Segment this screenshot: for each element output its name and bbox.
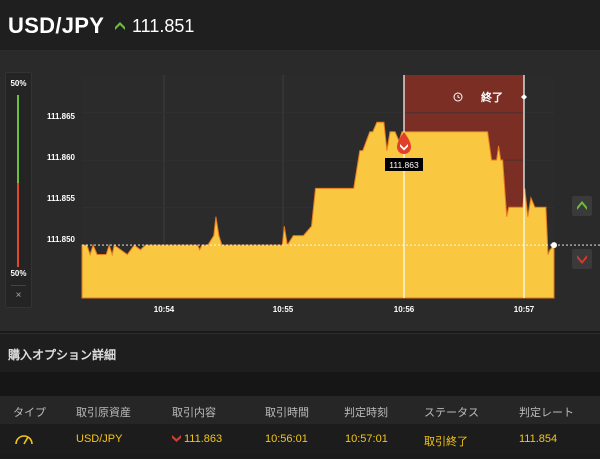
row-judge-time: 10:57:01 xyxy=(345,433,388,445)
entry-rate-label: 111.863 xyxy=(389,160,419,170)
gauge-icon xyxy=(15,435,33,445)
x-tick-label: 10:57 xyxy=(514,305,535,314)
col-asset: 取引原資産 xyxy=(76,407,131,419)
col-content: 取引内容 xyxy=(172,407,216,419)
row-asset: USD/JPY xyxy=(76,433,123,445)
col-type: タイプ xyxy=(13,407,46,419)
y-tick-label: 111.860 xyxy=(47,153,76,162)
x-tick-label: 10:55 xyxy=(273,305,294,314)
col-status: ステータス xyxy=(424,407,479,419)
table-row[interactable]: USD/JPY 111.863 10:56:01 10:57:01 取引終了 1… xyxy=(0,424,600,454)
x-tick-label: 10:54 xyxy=(154,305,175,314)
row-judge-rate: 111.854 xyxy=(519,433,558,445)
y-axis-ticks: 111.865 111.860 111.855 111.850 xyxy=(47,112,76,244)
asset-header: USD/JPY 111.851 xyxy=(0,0,600,51)
purchase-details-header: 購入オプション詳細 xyxy=(0,333,600,373)
row-status: 取引終了 xyxy=(424,436,468,448)
y-tick-label: 111.850 xyxy=(47,235,76,244)
purchase-details-title: 購入オプション詳細 xyxy=(8,348,117,362)
call-up-button[interactable] xyxy=(572,196,592,216)
row-content: 111.863 xyxy=(184,433,223,445)
section-gap xyxy=(0,372,600,396)
y-tick-label: 111.855 xyxy=(47,194,76,203)
x-tick-label: 10:56 xyxy=(394,305,415,314)
col-judge-rate: 判定レート xyxy=(519,407,574,419)
current-price: 111.851 xyxy=(132,16,195,36)
col-trade-time: 取引時間 xyxy=(265,407,309,419)
col-judge-time: 判定時刻 xyxy=(344,407,388,419)
put-down-button[interactable] xyxy=(572,249,592,269)
details-table-header: タイプ 取引原資産 取引内容 取引時間 判定時刻 ステータス 判定レート xyxy=(0,396,600,424)
price-chart: 111.865 111.860 111.855 111.850 10:54 10… xyxy=(47,75,600,314)
y-tick-label: 111.865 xyxy=(47,112,76,121)
up-arrow-icon xyxy=(115,22,125,30)
currency-pair-title: USD/JPY xyxy=(8,13,105,38)
row-trade-time: 10:56:01 xyxy=(265,433,308,445)
x-axis-ticks: 10:54 10:55 10:56 10:57 xyxy=(154,305,535,314)
expiry-end-label: 終了 xyxy=(481,90,503,104)
down-arrow-icon xyxy=(172,435,181,442)
current-price-dot xyxy=(551,242,557,249)
